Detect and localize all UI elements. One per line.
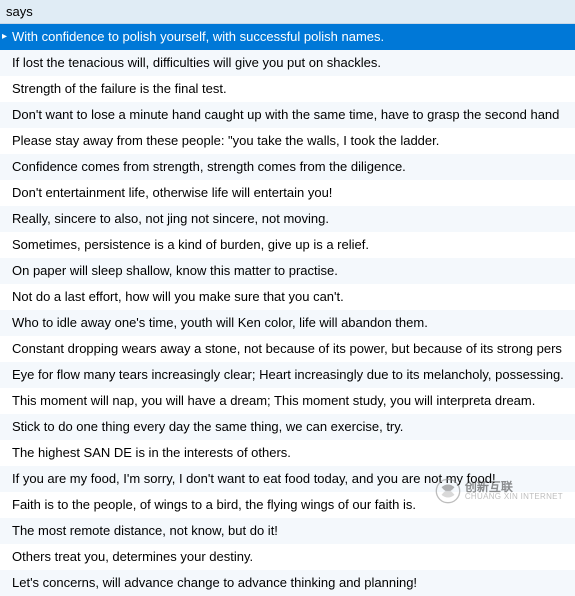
table-row[interactable]: Who to idle away one's time, youth will … (0, 310, 575, 336)
table-row[interactable]: Don't want to lose a minute hand caught … (0, 102, 575, 128)
table-row[interactable]: The most remote distance, not know, but … (0, 518, 575, 544)
table-row[interactable]: The highest SAN DE is in the interests o… (0, 440, 575, 466)
table-row[interactable]: Constant dropping wears away a stone, no… (0, 336, 575, 362)
table-row[interactable]: Not do a last effort, how will you make … (0, 284, 575, 310)
table-row[interactable]: If you are my food, I'm sorry, I don't w… (0, 466, 575, 492)
table-row[interactable]: Confidence comes from strength, strength… (0, 154, 575, 180)
data-grid[interactable]: says With confidence to polish yourself,… (0, 0, 575, 596)
table-row[interactable]: Stick to do one thing every day the same… (0, 414, 575, 440)
table-row[interactable]: Don't entertainment life, otherwise life… (0, 180, 575, 206)
table-row[interactable]: This moment will nap, you will have a dr… (0, 388, 575, 414)
table-row[interactable]: Please stay away from these people: "you… (0, 128, 575, 154)
table-row[interactable]: Faith is to the people, of wings to a bi… (0, 492, 575, 518)
table-row[interactable]: If lost the tenacious will, difficulties… (0, 50, 575, 76)
table-row[interactable]: On paper will sleep shallow, know this m… (0, 258, 575, 284)
table-row[interactable]: Strength of the failure is the final tes… (0, 76, 575, 102)
table-row[interactable]: Eye for flow many tears increasingly cle… (0, 362, 575, 388)
table-row[interactable]: Sometimes, persistence is a kind of burd… (0, 232, 575, 258)
column-header-says[interactable]: says (0, 0, 575, 24)
table-row[interactable]: Others treat you, determines your destin… (0, 544, 575, 570)
table-row[interactable]: Really, sincere to also, not jing not si… (0, 206, 575, 232)
table-row[interactable]: Let's concerns, will advance change to a… (0, 570, 575, 596)
table-row[interactable]: With confidence to polish yourself, with… (0, 24, 575, 50)
